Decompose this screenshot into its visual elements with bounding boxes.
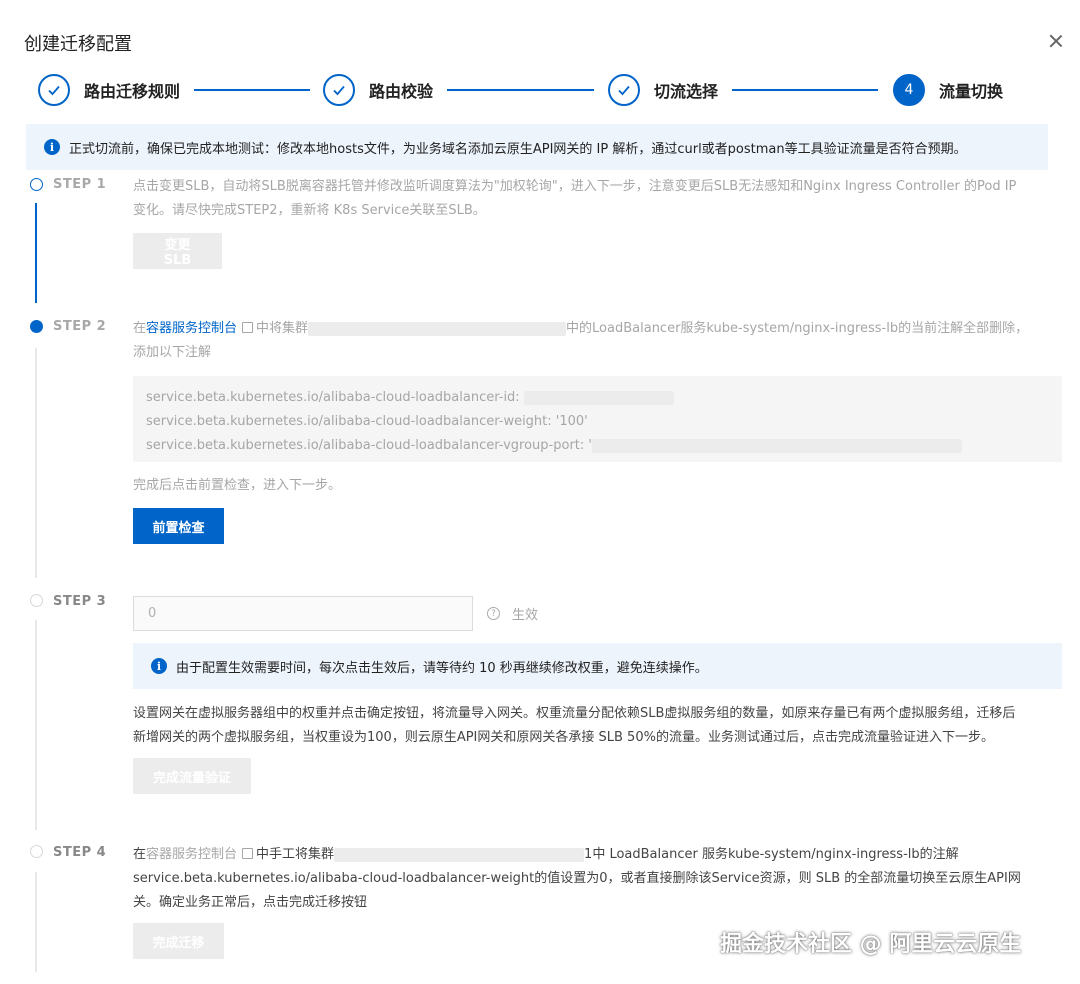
text-fragment: 中手工将集群 bbox=[256, 847, 335, 862]
code-text: service.beta.kubernetes.io/alibaba-cloud… bbox=[146, 390, 520, 405]
watermark: 掘金技术社区 @ 阿里云云原生 bbox=[720, 932, 1022, 957]
step-dot bbox=[30, 845, 43, 858]
step-dot bbox=[30, 320, 43, 333]
code-text: service.beta.kubernetes.io/alibaba-cloud… bbox=[146, 438, 592, 453]
timeline-line bbox=[35, 203, 37, 303]
text-fragment: 中将集群 bbox=[256, 321, 309, 336]
description-line: 添加以下注解 bbox=[133, 345, 212, 360]
step-4-description: 在容器服务控制台 中手工将集群 1中 LoadBalancer 服务kube-sys… bbox=[133, 843, 1068, 915]
info-icon: i bbox=[151, 658, 167, 674]
check-icon bbox=[323, 74, 355, 106]
text-fragment: 在 bbox=[133, 321, 147, 336]
stepper-step-3: 切流选择 bbox=[608, 74, 718, 106]
weight-input[interactable] bbox=[133, 596, 473, 631]
stepper-connector bbox=[194, 89, 310, 91]
apply-effect-button[interactable]: 生效 bbox=[512, 604, 538, 623]
progress-stepper: 路由迁移规则 路由校验 切流选择 4 流量切换 bbox=[38, 74, 1018, 108]
step-dot bbox=[30, 594, 43, 607]
step-3-tag: STEP 3 bbox=[53, 594, 107, 609]
finish-migration-button[interactable]: 完成迁移 bbox=[133, 923, 224, 959]
external-link-icon bbox=[242, 848, 254, 859]
stepper-step-label: 路由校验 bbox=[369, 82, 434, 101]
text-fragment: 1中 LoadBalancer 服务kube-system/nginx-ingr… bbox=[584, 847, 959, 862]
close-icon[interactable] bbox=[1044, 30, 1068, 54]
description-line: 在容器服务控制台 中手工将集群 1中 LoadBalancer 服务kube-sys… bbox=[133, 843, 1068, 867]
container-console-link[interactable]: 容器服务控制台 bbox=[146, 321, 237, 336]
step-4-tag: STEP 4 bbox=[53, 845, 107, 860]
step-1-tag: STEP 1 bbox=[53, 177, 107, 192]
description-line: 关。确定业务正常后，点击完成迁移按钮 bbox=[133, 895, 368, 910]
step-3-description: 设置网关在虚拟服务器组中的权重并点击确定按钮，将流量导入网关。权重流量分配依赖S… bbox=[133, 702, 1073, 750]
finish-traffic-verify-button[interactable]: 完成流量验证 bbox=[133, 758, 251, 794]
stepper-step-2: 路由校验 bbox=[323, 74, 433, 106]
code-line: service.beta.kubernetes.io/alibaba-cloud… bbox=[146, 386, 1049, 410]
help-icon[interactable]: ? bbox=[487, 607, 500, 620]
change-slb-button[interactable]: 变更SLB bbox=[133, 233, 222, 269]
wait-notice: i 由于配置生效需要时间，每次点击生效后，请等待约 10 秒再继续修改权重，避免… bbox=[133, 643, 1062, 689]
description-line: 点击变更SLB，自动将SLB脱离容器托管并修改监听调度算法为"加权轮询"，进入下… bbox=[133, 179, 1017, 194]
step-2-description: 在容器服务控制台 中将集群 中的LoadBalancer服务kube-system/… bbox=[133, 317, 1068, 365]
stepper-step-label: 路由迁移规则 bbox=[84, 82, 181, 101]
description-line: 新增网关的两个虚拟服务组，当权重设为100，则云原生API网关和原网关各承接 S… bbox=[133, 730, 994, 745]
redacted-cluster-name bbox=[308, 321, 567, 336]
description-line: service.beta.kubernetes.io/alibaba-cloud… bbox=[133, 871, 1021, 886]
description-line: 设置网关在虚拟服务器组中的权重并点击确定按钮，将流量导入网关。权重流量分配依赖S… bbox=[133, 706, 1016, 721]
timeline-line bbox=[35, 872, 37, 972]
redacted-cluster-name bbox=[334, 847, 585, 862]
text-fragment: 中的LoadBalancer服务kube-system/nginx-ingres… bbox=[566, 321, 1029, 336]
stepper-step-4: 4 流量切换 bbox=[893, 74, 1003, 106]
step-1-description: 点击变更SLB，自动将SLB脱离容器托管并修改监听调度算法为"加权轮询"，进入下… bbox=[133, 175, 1068, 223]
code-line: service.beta.kubernetes.io/alibaba-cloud… bbox=[146, 434, 1049, 458]
dialog-title: 创建迁移配置 bbox=[24, 34, 132, 55]
check-icon bbox=[608, 74, 640, 106]
container-console-link[interactable]: 容器服务控制台 bbox=[146, 847, 237, 862]
step-2-after-text: 完成后点击前置检查，进入下一步。 bbox=[133, 478, 342, 493]
info-icon: i bbox=[44, 139, 60, 155]
stepper-connector bbox=[447, 89, 594, 91]
description-line: 在容器服务控制台 中将集群 中的LoadBalancer服务kube-system/… bbox=[133, 317, 1068, 341]
description-line: 变化。请尽快完成STEP2，重新将 K8s Service关联至SLB。 bbox=[133, 203, 486, 218]
step-number-badge: 4 bbox=[893, 74, 925, 106]
external-link-icon bbox=[242, 322, 254, 333]
notice-text: 由于配置生效需要时间，每次点击生效后，请等待约 10 秒再继续修改权重，避免连续… bbox=[176, 660, 708, 676]
code-line: service.beta.kubernetes.io/alibaba-cloud… bbox=[146, 414, 588, 429]
stepper-connector bbox=[732, 89, 878, 91]
check-icon bbox=[38, 74, 70, 106]
redacted-value bbox=[591, 438, 962, 453]
timeline-line bbox=[35, 620, 37, 830]
step-2-tag: STEP 2 bbox=[53, 319, 107, 334]
timeline-line bbox=[35, 348, 37, 578]
precheck-button[interactable]: 前置检查 bbox=[133, 508, 224, 544]
step-dot bbox=[30, 178, 43, 191]
info-notice: i 正式切流前，确保已完成本地测试：修改本地hosts文件，为业务域名添加云原生… bbox=[26, 124, 1048, 170]
redacted-value bbox=[523, 390, 674, 405]
stepper-step-1: 路由迁移规则 bbox=[38, 74, 180, 106]
text-fragment: 在 bbox=[133, 847, 147, 862]
stepper-step-label: 切流选择 bbox=[654, 82, 719, 101]
notice-text: 正式切流前，确保已完成本地测试：修改本地hosts文件，为业务域名添加云原生AP… bbox=[69, 141, 967, 157]
stepper-step-label: 流量切换 bbox=[939, 82, 1004, 101]
annotation-code-block: service.beta.kubernetes.io/alibaba-cloud… bbox=[133, 376, 1062, 462]
